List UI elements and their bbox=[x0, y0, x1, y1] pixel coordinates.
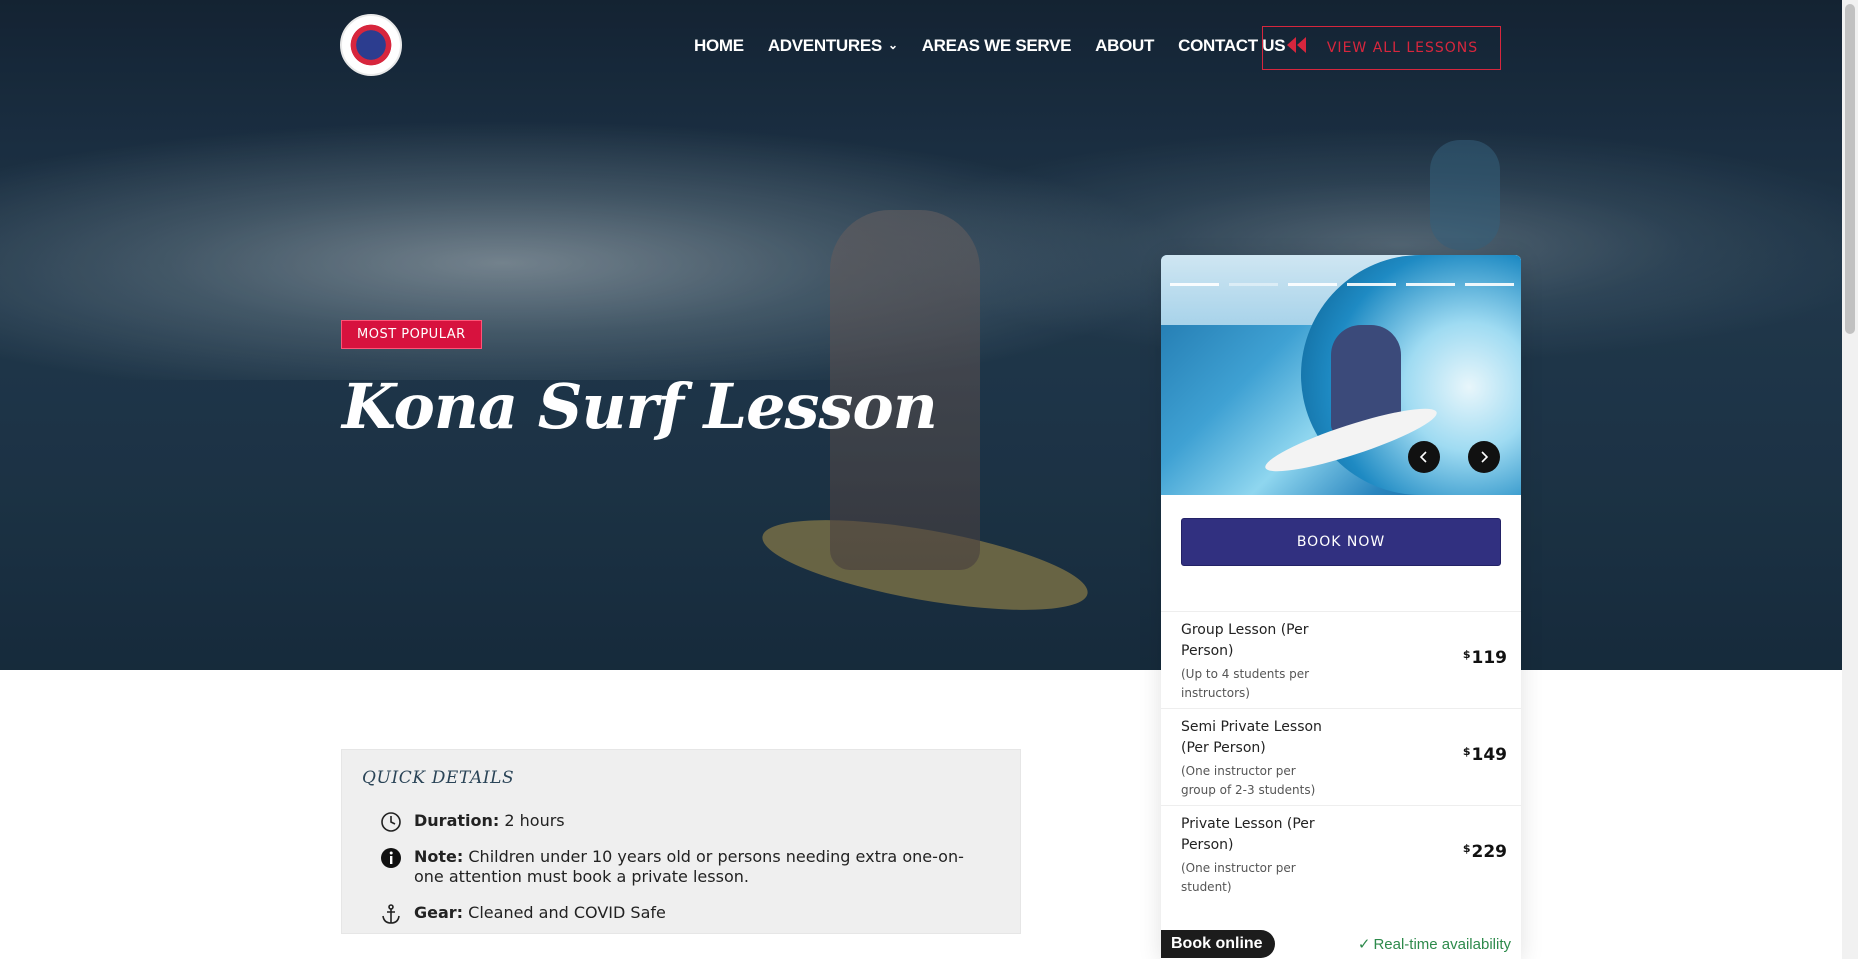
detail-value: Children under 10 years old or persons n… bbox=[414, 847, 964, 886]
detail-note: Note: Children under 10 years old or per… bbox=[380, 847, 984, 887]
image-slider[interactable] bbox=[1161, 255, 1521, 495]
price-option-note: (Up to 4 students per instructors) bbox=[1181, 667, 1310, 700]
realtime-availability: ✓ Real-time availability bbox=[1358, 935, 1511, 953]
price-value: $119 bbox=[1463, 648, 1507, 668]
currency-symbol: $ bbox=[1462, 745, 1471, 758]
page-title: Kona Surf Lesson bbox=[342, 370, 938, 443]
detail-duration: Duration: 2 hours bbox=[380, 811, 984, 833]
slider-prev-button[interactable] bbox=[1408, 441, 1440, 473]
price-option-row[interactable]: Group Lesson (Per Person) (Up to 4 studen… bbox=[1161, 611, 1521, 708]
currency-symbol: $ bbox=[1462, 648, 1471, 661]
view-all-lessons-button[interactable]: VIEW ALL LESSONS bbox=[1262, 26, 1501, 70]
nav-home[interactable]: HOME bbox=[694, 36, 744, 56]
slider-indicator[interactable] bbox=[1229, 283, 1278, 286]
price-option-name: Semi Private Lesson (Per Person) bbox=[1181, 719, 1322, 756]
price-amount: 119 bbox=[1471, 648, 1508, 668]
chevron-left-icon bbox=[1419, 451, 1427, 463]
price-option-note: (One instructor per group of 2-3 student… bbox=[1181, 764, 1316, 797]
hero-background-image bbox=[0, 0, 1842, 670]
nav-areas-we-serve[interactable]: AREAS WE SERVE bbox=[922, 36, 1072, 56]
view-all-lessons-label: VIEW ALL LESSONS bbox=[1326, 40, 1479, 56]
most-popular-badge: MOST POPULAR bbox=[341, 320, 482, 349]
clock-icon bbox=[380, 811, 402, 833]
page-scrollbar[interactable] bbox=[1842, 0, 1858, 959]
slider-indicator[interactable] bbox=[1170, 283, 1219, 286]
slider-indicator[interactable] bbox=[1288, 283, 1337, 286]
slider-progress-bars bbox=[1170, 283, 1514, 286]
booking-card: BOOK NOW Group Lesson (Per Person) (Up to… bbox=[1161, 255, 1521, 959]
nav-adventures-label: ADVENTURES bbox=[767, 36, 882, 55]
price-amount: 229 bbox=[1471, 842, 1508, 862]
detail-gear: Gear: Cleaned and COVID Safe bbox=[380, 903, 984, 925]
slider-indicator[interactable] bbox=[1465, 283, 1514, 286]
detail-label: Duration: bbox=[414, 811, 500, 830]
scrollbar-thumb[interactable] bbox=[1845, 4, 1855, 334]
chevron-down-icon: ⌄ bbox=[887, 38, 898, 52]
slider-next-button[interactable] bbox=[1468, 441, 1500, 473]
anchor-icon bbox=[380, 903, 402, 925]
logo-emblem bbox=[348, 22, 394, 68]
price-option-name: Private Lesson (Per Person) bbox=[1181, 816, 1315, 853]
detail-value: Cleaned and COVID Safe bbox=[468, 903, 666, 922]
book-now-button[interactable]: BOOK NOW bbox=[1181, 518, 1501, 566]
price-option-row[interactable]: Semi Private Lesson (Per Person) (One ins… bbox=[1161, 708, 1521, 805]
detail-label: Note: bbox=[414, 847, 464, 866]
info-icon bbox=[380, 847, 402, 869]
detail-value: 2 hours bbox=[504, 811, 565, 830]
slider-indicator[interactable] bbox=[1406, 283, 1455, 286]
quick-details-heading: QUICK DETAILS bbox=[362, 768, 515, 788]
main-nav: HOME ADVENTURES ⌄ AREAS WE SERVE ABOUT CO… bbox=[694, 36, 1286, 56]
price-amount: 149 bbox=[1471, 745, 1508, 765]
detail-label: Gear: bbox=[414, 903, 464, 922]
nav-adventures[interactable]: ADVENTURES ⌄ bbox=[768, 36, 898, 56]
chevron-right-icon bbox=[1481, 451, 1489, 463]
double-chevron-left-icon bbox=[1285, 35, 1309, 61]
checkmark-icon: ✓ bbox=[1357, 936, 1371, 953]
price-value: $149 bbox=[1463, 745, 1507, 765]
quick-details-panel: QUICK DETAILS Duration: 2 hours Note: Ch… bbox=[341, 749, 1021, 934]
realtime-availability-label: Real-time availability bbox=[1373, 936, 1511, 953]
nav-about[interactable]: ABOUT bbox=[1095, 36, 1154, 56]
slider-indicator[interactable] bbox=[1347, 283, 1396, 286]
currency-symbol: $ bbox=[1462, 842, 1471, 855]
price-option-row[interactable]: Private Lesson (Per Person) (One instruct… bbox=[1161, 805, 1521, 902]
site-logo[interactable] bbox=[340, 14, 402, 76]
price-value: $229 bbox=[1463, 842, 1507, 862]
price-option-name: Group Lesson (Per Person) bbox=[1181, 622, 1309, 659]
price-option-note: (One instructor per student) bbox=[1181, 861, 1296, 894]
book-online-tag[interactable]: Book online bbox=[1161, 930, 1275, 958]
